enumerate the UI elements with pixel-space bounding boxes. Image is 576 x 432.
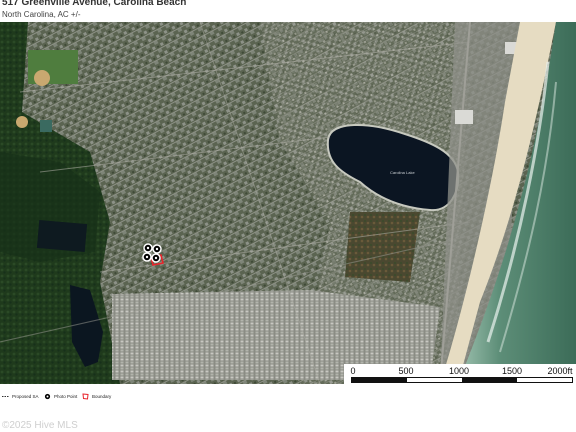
scale-segment (517, 378, 572, 382)
map-legend: Proposed SA Photo Point Boundary (0, 389, 576, 405)
scale-label-1500: 1500 (501, 366, 523, 376)
aerial-map[interactable]: Carolina Lake (0, 22, 576, 384)
scale-segment (352, 378, 407, 382)
legend-label-boundary: Boundary (92, 394, 112, 399)
scale-bar: 0 500 1000 1500 2000ft (344, 364, 576, 384)
scale-labels: 0 500 1000 1500 2000ft (344, 366, 576, 376)
scale-segment (407, 378, 462, 382)
scale-label-500: 500 (398, 366, 414, 376)
scale-label-2000: 2000ft (547, 366, 573, 376)
page-subtitle: North Carolina, AC +/- (2, 10, 81, 19)
aerial-imagery: Carolina Lake (0, 22, 576, 384)
lake-label: Carolina Lake (390, 170, 415, 175)
legend-label-photo-point: Photo Point (54, 394, 78, 399)
scale-track (351, 377, 573, 383)
page-title: 517 Greenville Avenue, Carolina Beach (2, 0, 187, 8)
watermark: ©2025 Hive MLS (2, 420, 78, 431)
legend-label-proposed: Proposed SA (12, 394, 39, 399)
map-header: 517 Greenville Avenue, Carolina Beach No… (0, 0, 576, 22)
scale-label-0: 0 (350, 366, 356, 376)
legend-item-boundary: Boundary (82, 393, 111, 400)
legend-item-proposed: Proposed SA (2, 393, 39, 400)
legend-item-photo-point: Photo Point (44, 393, 77, 400)
scale-label-1000: 1000 (448, 366, 470, 376)
photo-point-icon (44, 393, 51, 400)
dashed-line-icon (2, 393, 9, 400)
boundary-icon (82, 393, 89, 400)
scale-segment (462, 378, 517, 382)
